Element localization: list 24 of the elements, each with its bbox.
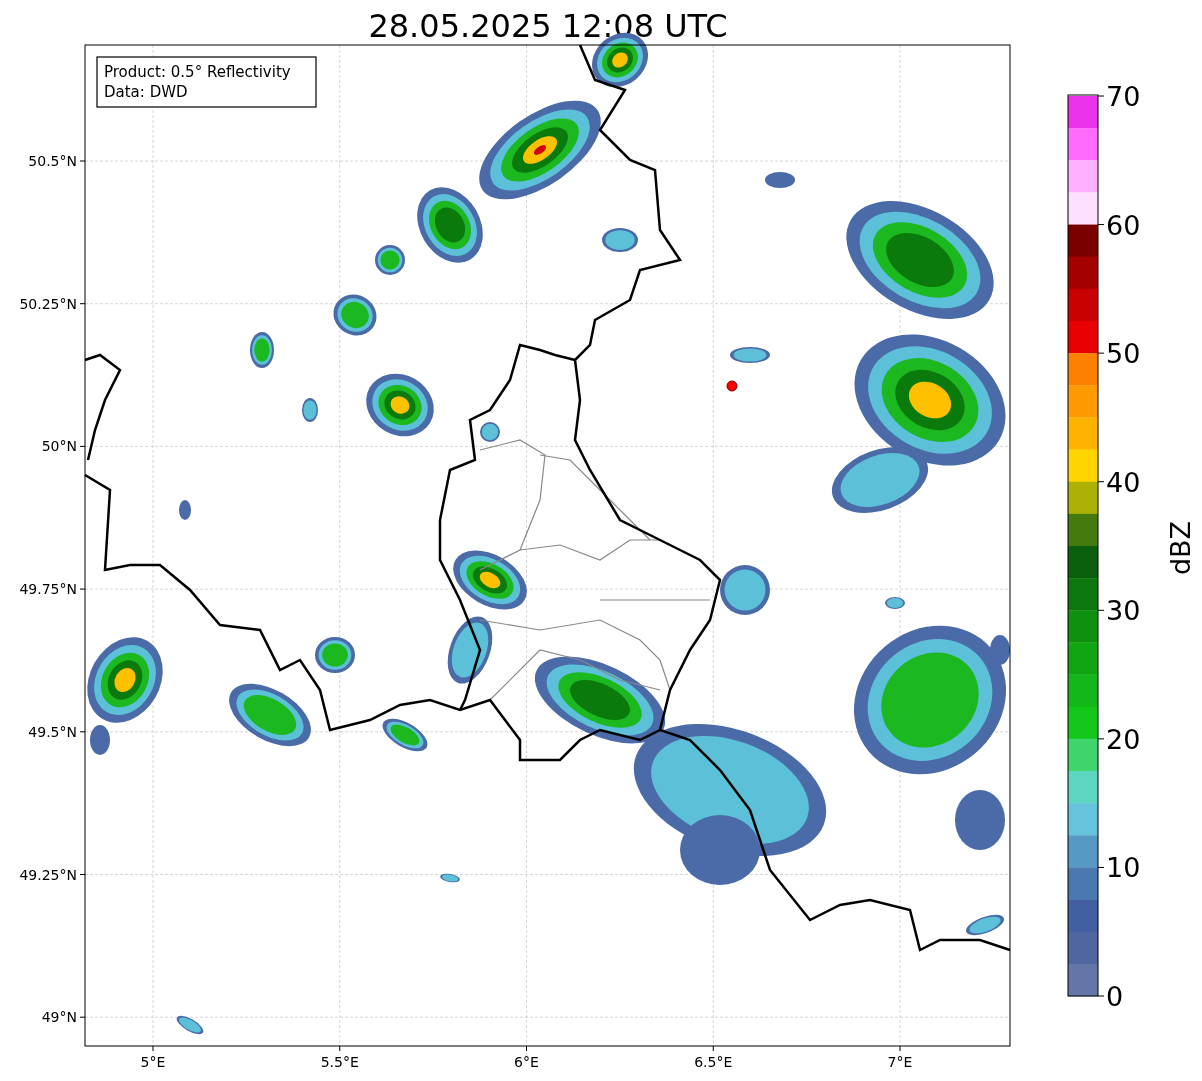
latitude-label: 49.5°N bbox=[28, 723, 77, 740]
latitude-label: 50°N bbox=[41, 438, 77, 455]
colorbar-label: 10 bbox=[1106, 852, 1141, 884]
colorbar-label: 60 bbox=[1106, 209, 1141, 241]
colorbar-label: 20 bbox=[1106, 723, 1141, 755]
latitude-label: 50.25°N bbox=[19, 295, 77, 312]
longitude-label: 5°E bbox=[140, 1054, 166, 1070]
colorbar-label: 30 bbox=[1106, 595, 1141, 627]
colorbar-title: dBZ bbox=[1165, 520, 1196, 576]
info-text: Data: DWD bbox=[104, 83, 188, 101]
chart-title: 28.05.2025 12:08 UTC bbox=[368, 7, 728, 45]
colorbar-label: 70 bbox=[1106, 81, 1141, 112]
info-text: Product: 0.5° Reflectivity bbox=[104, 63, 291, 81]
latitude-label: 49.75°N bbox=[19, 581, 77, 598]
latitude-label: 49°N bbox=[41, 1009, 77, 1026]
longitude-label: 7°E bbox=[887, 1054, 913, 1070]
colorbar-label: 40 bbox=[1106, 466, 1141, 498]
latitude-label: 50.5°N bbox=[28, 153, 77, 169]
latitude-label: 49.25°N bbox=[19, 866, 77, 883]
colorbar-label: 50 bbox=[1106, 338, 1141, 370]
longitude-label: 5.5°E bbox=[320, 1054, 359, 1070]
longitude-label: 6.5°E bbox=[694, 1054, 733, 1070]
longitude-label: 6°E bbox=[514, 1054, 539, 1070]
colorbar-label: 0 bbox=[1106, 981, 1124, 1012]
